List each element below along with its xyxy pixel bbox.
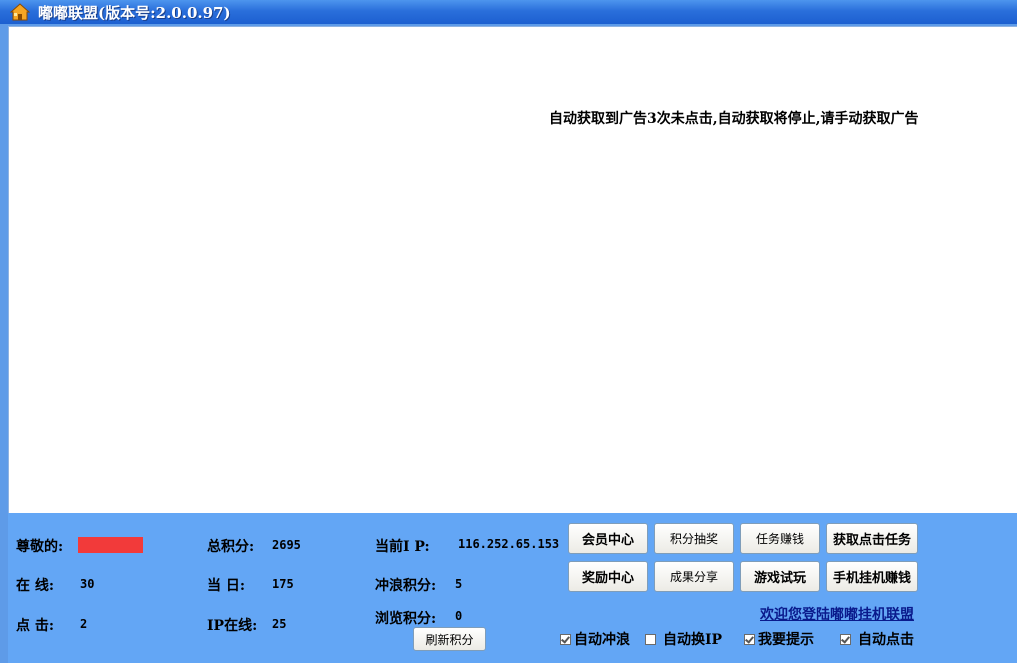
ip-online-label: IP在线: bbox=[207, 618, 258, 634]
username-redacted bbox=[78, 537, 143, 553]
checkbox-checked-icon[interactable] bbox=[744, 633, 755, 645]
total-points-label: 总积分: bbox=[207, 539, 255, 555]
current-ip-label: 当前I P: bbox=[375, 539, 430, 555]
auto-click-label: 自动点击 bbox=[858, 632, 914, 648]
game-trial-button[interactable]: 游戏试玩 bbox=[740, 561, 820, 592]
ip-online-value: 25 bbox=[272, 617, 287, 631]
mobile-hangup-earn-button[interactable]: 手机挂机赚钱 bbox=[826, 561, 918, 592]
show-tips-checkbox[interactable]: 我要提示 bbox=[744, 629, 814, 649]
get-click-task-button[interactable]: 获取点击任务 bbox=[826, 523, 918, 554]
reward-center-button[interactable]: 奖励中心 bbox=[568, 561, 648, 592]
auto-surf-checkbox[interactable]: 自动冲浪 bbox=[560, 629, 630, 649]
checkbox-unchecked-icon[interactable] bbox=[645, 633, 656, 645]
click-value: 2 bbox=[80, 617, 88, 631]
surf-points-label: 冲浪积分: bbox=[375, 578, 437, 594]
ad-content-area[interactable]: 自动获取到广告3次未点击,自动获取将停止,请手动获取广告 bbox=[8, 26, 1017, 513]
checkbox-checked-icon[interactable] bbox=[560, 633, 571, 645]
member-center-button[interactable]: 会员中心 bbox=[568, 523, 648, 554]
current-ip-value: 116.252.65.153 bbox=[458, 537, 560, 551]
online-label: 在 线: bbox=[16, 578, 55, 594]
today-value: 175 bbox=[272, 577, 294, 591]
title-bar: 嘟嘟联盟(版本号:2.0.0.97) bbox=[0, 0, 1017, 24]
show-tips-label: 我要提示 bbox=[758, 632, 814, 648]
points-lottery-button[interactable]: 积分抽奖 bbox=[654, 523, 734, 554]
auto-click-checkbox[interactable]: 自动点击 bbox=[840, 629, 914, 649]
browse-points-value: 0 bbox=[455, 609, 463, 623]
checkbox-checked-icon[interactable] bbox=[840, 633, 851, 645]
browse-points-label: 浏览积分: bbox=[375, 611, 437, 627]
status-panel: 尊敬的: 在 线: 30 点 击: 2 总积分: 2695 当 日: 175 I… bbox=[8, 513, 1017, 663]
online-value: 30 bbox=[80, 577, 95, 591]
total-points-value: 2695 bbox=[272, 538, 301, 552]
refresh-points-button[interactable]: 刷新积分 bbox=[413, 627, 486, 651]
auto-surf-label: 自动冲浪 bbox=[574, 632, 630, 648]
respected-label: 尊敬的: bbox=[16, 539, 64, 555]
results-share-button[interactable]: 成果分享 bbox=[654, 561, 734, 592]
welcome-link[interactable]: 欢迎您登陆嘟嘟挂机联盟 bbox=[760, 604, 914, 624]
click-label: 点 击: bbox=[16, 618, 55, 634]
window-title: 嘟嘟联盟(版本号:2.0.0.97) bbox=[38, 4, 231, 22]
auto-switch-ip-checkbox[interactable]: 自动换IP bbox=[645, 629, 722, 649]
home-icon bbox=[10, 3, 30, 21]
task-earn-button[interactable]: 任务赚钱 bbox=[740, 523, 820, 554]
auto-fetch-notice: 自动获取到广告3次未点击,自动获取将停止,请手动获取广告 bbox=[549, 111, 919, 127]
today-label: 当 日: bbox=[207, 578, 246, 594]
auto-switch-ip-label: 自动换IP bbox=[663, 632, 723, 648]
surf-points-value: 5 bbox=[455, 577, 463, 591]
